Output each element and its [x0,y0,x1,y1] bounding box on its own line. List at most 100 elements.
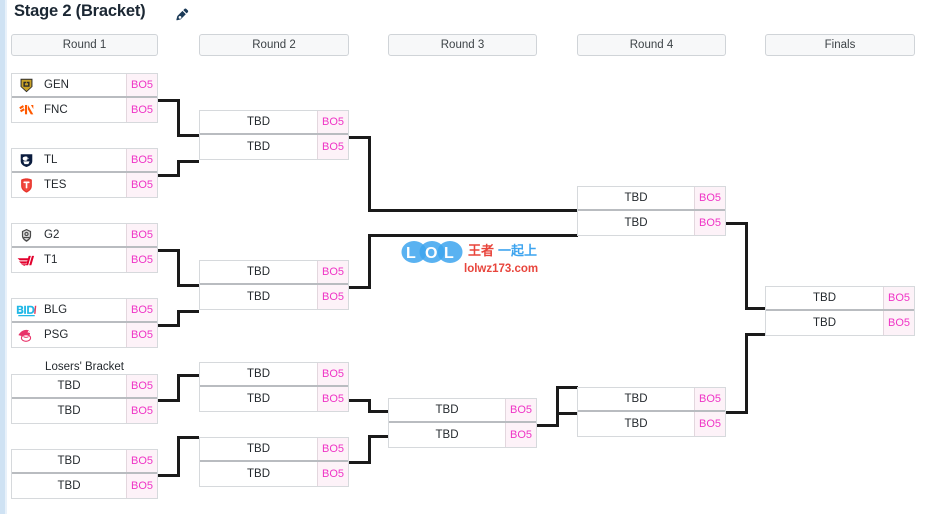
round-header-label: Finals [824,39,856,51]
format-badge: BO5 [126,248,157,272]
match-row-top[interactable]: TBD BO5 [12,450,157,474]
format-badge: BO5 [317,387,348,411]
page-title: Stage 2 (Bracket) [14,2,146,20]
format-badge: BO5 [505,423,536,447]
team-name: TBD [813,317,836,329]
match-r3-m2[interactable]: TBD BO5 TBD BO5 [388,398,537,448]
match-row-top[interactable]: TBD BO5 [200,111,348,135]
connector [368,136,371,212]
team-name: TBD [813,292,836,304]
site-watermark: L O L 王者 一起上 lolwz173.com [398,236,538,282]
format-badge: BO5 [694,211,725,235]
match-lb-r1-m2[interactable]: TBD BO5 TBD BO5 [11,449,158,499]
match-row-top[interactable]: GEN BO5 [12,74,157,98]
match-row-top[interactable]: BLG BO5 [12,299,157,323]
team-name: TBD [57,405,81,417]
match-row-bottom[interactable]: TBD BO5 [578,211,725,235]
match-row-bottom[interactable]: TBD BO5 [578,412,725,436]
round-header-label: Round 1 [62,39,107,51]
format-badge: BO5 [126,299,157,321]
connector [177,374,199,377]
round-header-round-2[interactable]: Round 2 [199,34,349,56]
round-header-round-4[interactable]: Round 4 [577,34,726,56]
connector [745,222,748,310]
format-badge: BO5 [317,363,348,385]
pencil-edit-icon[interactable] [175,7,191,23]
match-lb-r1-m1[interactable]: TBD BO5 TBD BO5 [11,374,158,424]
match-row-bottom[interactable]: TBD BO5 [200,285,348,309]
match-r1-m3[interactable]: G2 BO5 T1 BO5 [11,223,158,273]
round-header-finals[interactable]: Finals [765,34,915,56]
match-row-top[interactable]: TBD BO5 [578,187,725,211]
match-r1-m4[interactable]: BLG BO5 PSG BO5 [11,298,158,348]
connector [556,386,559,413]
match-row-top[interactable]: TBD BO5 [766,287,914,311]
svg-text:一起上: 一起上 [498,243,537,259]
match-r2-m3[interactable]: TBD BO5 TBD BO5 [199,362,349,412]
match-r4-m1[interactable]: TBD BO5 TBD BO5 [577,186,726,236]
format-badge: BO5 [126,399,157,423]
match-row-top[interactable]: TBD BO5 [200,261,348,285]
format-badge: BO5 [883,311,914,335]
format-badge: BO5 [126,74,157,96]
team-name: TBD [247,266,270,278]
fnatic-logo [12,102,40,119]
match-r2-m4[interactable]: TBD BO5 TBD BO5 [199,437,349,487]
match-row-bottom[interactable]: PSG BO5 [12,323,157,347]
team-name: TBD [435,429,459,441]
connector [177,436,199,439]
match-row-bottom[interactable]: TBD BO5 [200,462,348,486]
team-liquid-logo [12,152,40,169]
connector [177,310,199,313]
team-name: TBD [624,217,648,229]
t1-logo [12,252,40,269]
team-name: TBD [57,480,81,492]
format-badge: BO5 [505,399,536,421]
format-badge: BO5 [694,388,725,410]
format-badge: BO5 [317,285,348,309]
format-badge: BO5 [694,187,725,209]
team-name: TES [44,179,67,191]
match-row-bottom[interactable]: TBD BO5 [389,423,536,447]
round-header-round-3[interactable]: Round 3 [388,34,537,56]
bracket-page: Stage 2 (Bracket) Round 1 Round 2 Round … [0,0,927,514]
round-header-round-1[interactable]: Round 1 [11,34,158,56]
team-name: T1 [44,254,58,266]
match-r1-m1[interactable]: GEN BO5 FNC BO5 [11,73,158,123]
match-row-bottom[interactable]: TES BO5 [12,173,157,197]
connector [368,410,390,413]
team-name: TBD [247,468,270,480]
match-row-top[interactable]: TBD BO5 [389,399,536,423]
team-name: TBD [247,291,270,303]
connector [177,134,199,137]
match-row-bottom[interactable]: TBD BO5 [12,474,157,498]
round-header-label: Round 3 [440,39,485,51]
match-row-bottom[interactable]: TBD BO5 [766,311,914,335]
match-row-top[interactable]: TBD BO5 [200,363,348,387]
match-r2-m1[interactable]: TBD BO5 TBD BO5 [199,110,349,160]
match-row-top[interactable]: G2 BO5 [12,224,157,248]
connector [368,234,371,289]
connector [368,435,371,464]
connector [177,160,199,163]
match-r1-m2[interactable]: TL BO5 TES BO5 [11,148,158,198]
match-row-bottom[interactable]: TBD BO5 [200,387,348,411]
match-row-bottom[interactable]: TBD BO5 [12,399,157,423]
match-row-bottom[interactable]: TBD BO5 [200,135,348,159]
match-finals[interactable]: TBD BO5 TBD BO5 [765,286,915,336]
format-badge: BO5 [317,111,348,133]
match-row-top[interactable]: TBD BO5 [12,375,157,399]
match-row-bottom[interactable]: FNC BO5 [12,98,157,122]
match-row-top[interactable]: TL BO5 [12,149,157,173]
match-r2-m2[interactable]: TBD BO5 TBD BO5 [199,260,349,310]
psg-talon-logo [12,327,40,344]
round-header-label: Round 2 [252,39,296,51]
team-name: TBD [247,393,270,405]
match-row-top[interactable]: TBD BO5 [200,438,348,462]
team-name: TBD [247,443,270,455]
match-row-top[interactable]: TBD BO5 [578,388,725,412]
format-badge: BO5 [694,412,725,436]
match-r4-m2[interactable]: TBD BO5 TBD BO5 [577,387,726,437]
match-row-bottom[interactable]: T1 BO5 [12,248,157,272]
bilibili-gaming-logo [12,303,40,318]
